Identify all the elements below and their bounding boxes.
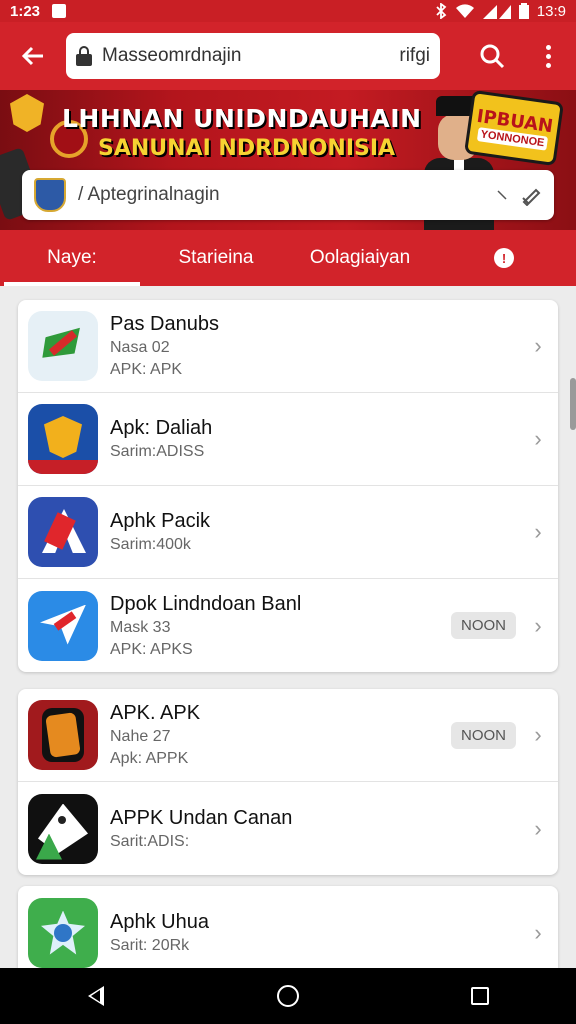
url-bar[interactable]: Masseomrdnajin rifgi — [66, 33, 440, 79]
chevron-right-icon: › — [534, 612, 542, 638]
tab-1[interactable]: Starieina — [144, 230, 288, 286]
app-meta: Sarim:ADISS — [110, 443, 205, 460]
list-item[interactable]: APPK Undan Canan Sarit:ADIS: › — [18, 782, 558, 875]
system-nav-bar — [0, 968, 576, 1024]
search-button[interactable] — [464, 22, 520, 90]
scrollbar[interactable] — [570, 378, 576, 430]
lock-icon — [76, 46, 92, 66]
browser-toolbar: Masseomrdnajin rifgi — [0, 22, 576, 90]
list-item[interactable]: Dpok Lindndoan Banl Mask 33 APK: APKS NO… — [18, 579, 558, 672]
app-icon — [28, 404, 98, 474]
search-text: / Aptegrinalnagin — [78, 184, 220, 205]
status-time: 1:23 — [10, 2, 41, 20]
tab-info[interactable]: ! — [432, 230, 576, 286]
voice-search-button[interactable] — [520, 184, 542, 206]
noon-button[interactable]: NOON — [451, 612, 516, 639]
app-subtitle: Nahe 27 — [110, 728, 171, 745]
status-clock: 13:9 — [536, 2, 566, 20]
notification-icon — [52, 4, 67, 18]
url-text: Masseomrdnajin — [102, 45, 242, 66]
info-icon: ! — [494, 248, 514, 268]
app-list-card: Aphk Uhua Sarit: 20Rk › — [18, 886, 558, 968]
app-meta: APK: APKS — [110, 640, 193, 658]
app-icon — [28, 497, 98, 567]
chevron-right-icon: › — [534, 722, 542, 747]
app-name: Aphk Pacik — [110, 510, 211, 532]
battery-icon — [518, 3, 529, 19]
banner-title: LHHNAN UNIDNDAUHAIN — [62, 104, 422, 133]
app-subtitle: Mask 33 — [110, 618, 171, 636]
triangle-back-icon — [88, 986, 104, 1006]
chevron-right-icon: › — [534, 519, 542, 544]
app-list-card: Pas Danubs Nasa 02 APK: APK › Apk: Dalia… — [18, 300, 558, 672]
nav-home-button[interactable] — [258, 968, 318, 1024]
list-item[interactable]: Pas Danubs Nasa 02 APK: APK › — [18, 300, 558, 393]
app-meta: Sarim:400k — [110, 536, 191, 553]
app-list-card: APK. APK Nahe 27 Apk: APPK NOON › APPK U… — [18, 689, 558, 875]
search-bar[interactable]: / Aptegrinalnagin — [22, 170, 554, 220]
pen-icon — [522, 188, 541, 206]
bluetooth-icon — [436, 3, 447, 19]
chevron-right-icon: › — [534, 919, 542, 945]
emblem-icon — [10, 94, 44, 132]
tab-label: Naye: — [47, 247, 97, 268]
status-icons: 13:9 — [435, 3, 566, 20]
nav-back-button[interactable] — [66, 968, 126, 1024]
app-icon — [28, 793, 98, 864]
tab-label: Starieina — [178, 247, 254, 268]
list-item[interactable]: Aphk Pacik Sarim:400k › — [18, 486, 558, 579]
chevron-right-icon: › — [534, 815, 542, 841]
wifi-icon — [455, 4, 474, 18]
tab-label: Oolagiaiyan — [309, 247, 411, 268]
app-name: Dpok Lindndoan Banl — [110, 592, 302, 615]
search-icon — [480, 44, 505, 69]
app-subtitle: Nasa 02 — [110, 339, 170, 356]
list-item[interactable]: APK. APK Nahe 27 Apk: APPK NOON › — [18, 689, 558, 782]
tab-2[interactable]: Oolagiaiyan — [288, 230, 432, 286]
app-meta: Sarit: 20Rk — [110, 936, 190, 954]
tab-0[interactable]: Naye: — [0, 230, 144, 286]
app-name: Aphk Uhua — [110, 910, 209, 933]
arrow-left-icon — [21, 46, 43, 66]
status-bar: 1:23 13:9 — [0, 0, 576, 22]
chevron-right-icon: › — [534, 426, 542, 451]
overflow-menu-button[interactable] — [520, 22, 576, 90]
chevron-right-icon: › — [534, 333, 542, 358]
noon-button[interactable]: NOON — [451, 721, 516, 749]
app-name: APPK Undan Canan — [110, 806, 293, 829]
app-name: Pas Danubs — [110, 313, 219, 335]
promo-sticker: IPBUAN YONNONOE — [463, 90, 565, 167]
app-meta: Apk: APPK — [110, 750, 189, 767]
banner-subtitle: SANUNAI NDRDNONISIA — [98, 136, 396, 161]
app-icon — [28, 700, 98, 770]
app-icon — [28, 311, 98, 381]
square-recents-icon — [471, 987, 489, 1005]
app-icon — [28, 590, 98, 661]
slash-icon — [497, 190, 507, 200]
app-name: APK. APK — [110, 702, 201, 724]
circle-home-icon — [277, 985, 299, 1007]
promo-banner[interactable]: LHHNAN UNIDNDAUHAIN SANUNAI NDRDNONISIA … — [0, 90, 576, 230]
app-name: Apk: Daliah — [110, 417, 213, 439]
shield-emblem-icon — [34, 178, 66, 212]
url-suffix: rifgi — [399, 45, 430, 66]
signal-icon — [482, 5, 511, 19]
tab-bar: Naye: Starieina Oolagiaiyan ! — [0, 230, 576, 286]
app-icon — [28, 897, 98, 968]
app-meta: Sarit:ADIS: — [110, 832, 190, 850]
app-meta: APK: APK — [110, 361, 183, 378]
back-button[interactable] — [0, 22, 66, 90]
list-item[interactable]: Apk: Daliah Sarim:ADISS › — [18, 393, 558, 486]
nav-recents-button[interactable] — [450, 968, 510, 1024]
list-item[interactable]: Aphk Uhua Sarit: 20Rk › — [18, 886, 558, 968]
kebab-menu-icon — [545, 44, 551, 68]
